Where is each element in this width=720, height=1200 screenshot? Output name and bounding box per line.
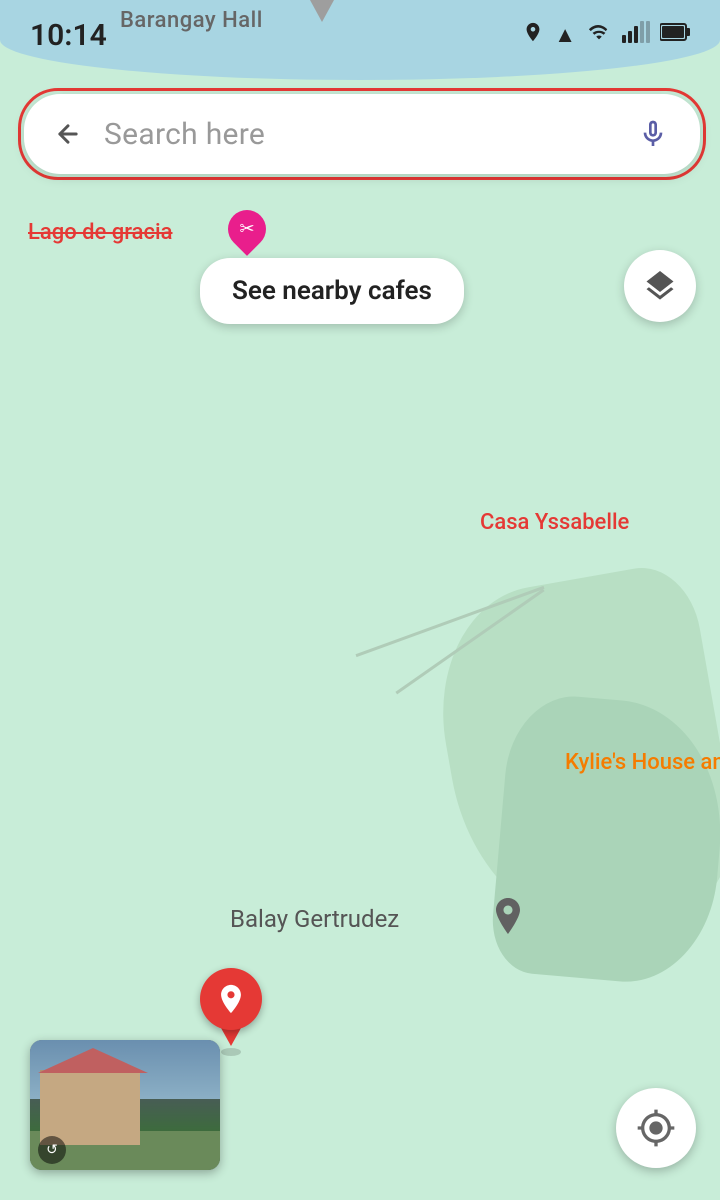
status-bar: 10:14 ▲ bbox=[0, 0, 720, 70]
map-background[interactable]: Barangay Hall Lago de gracia ✂ Casa Yssa… bbox=[0, 0, 720, 1200]
location-status-icon bbox=[522, 21, 544, 49]
search-bar-border: Search here bbox=[18, 88, 706, 180]
map-label-casa-yssabelle: Casa Yssabelle bbox=[480, 510, 629, 535]
street-view-thumbnail[interactable]: ↺ bbox=[30, 1040, 220, 1170]
street-view-refresh-icon[interactable]: ↺ bbox=[38, 1136, 66, 1164]
status-time: 10:14 bbox=[30, 18, 107, 53]
status-icons: ▲ bbox=[522, 21, 690, 49]
map-label-kylie-house: Kylie's House and bbox=[565, 750, 720, 775]
search-bar[interactable]: Search here bbox=[24, 94, 700, 174]
microphone-button[interactable] bbox=[630, 111, 676, 157]
search-back-button[interactable] bbox=[48, 114, 88, 154]
map-pin-lago: ✂ bbox=[228, 210, 266, 252]
search-input[interactable]: Search here bbox=[104, 117, 630, 152]
map-pin-balay bbox=[490, 898, 526, 944]
layers-button[interactable] bbox=[624, 250, 696, 322]
battery-icon bbox=[660, 21, 690, 49]
map-label-balay-gertrudez: Balay Gertrudez bbox=[230, 905, 399, 933]
search-bar-container: Search here bbox=[18, 88, 706, 180]
terrain-patch bbox=[488, 691, 720, 989]
arrow-up-icon: ▲ bbox=[554, 22, 576, 48]
map-label-lago-de-gracia: Lago de gracia bbox=[28, 220, 172, 245]
wifi-icon bbox=[586, 21, 612, 49]
signal-bars-icon bbox=[622, 21, 650, 49]
nearby-cafes-button[interactable]: See nearby cafes bbox=[200, 258, 464, 324]
my-location-button[interactable] bbox=[616, 1088, 696, 1168]
